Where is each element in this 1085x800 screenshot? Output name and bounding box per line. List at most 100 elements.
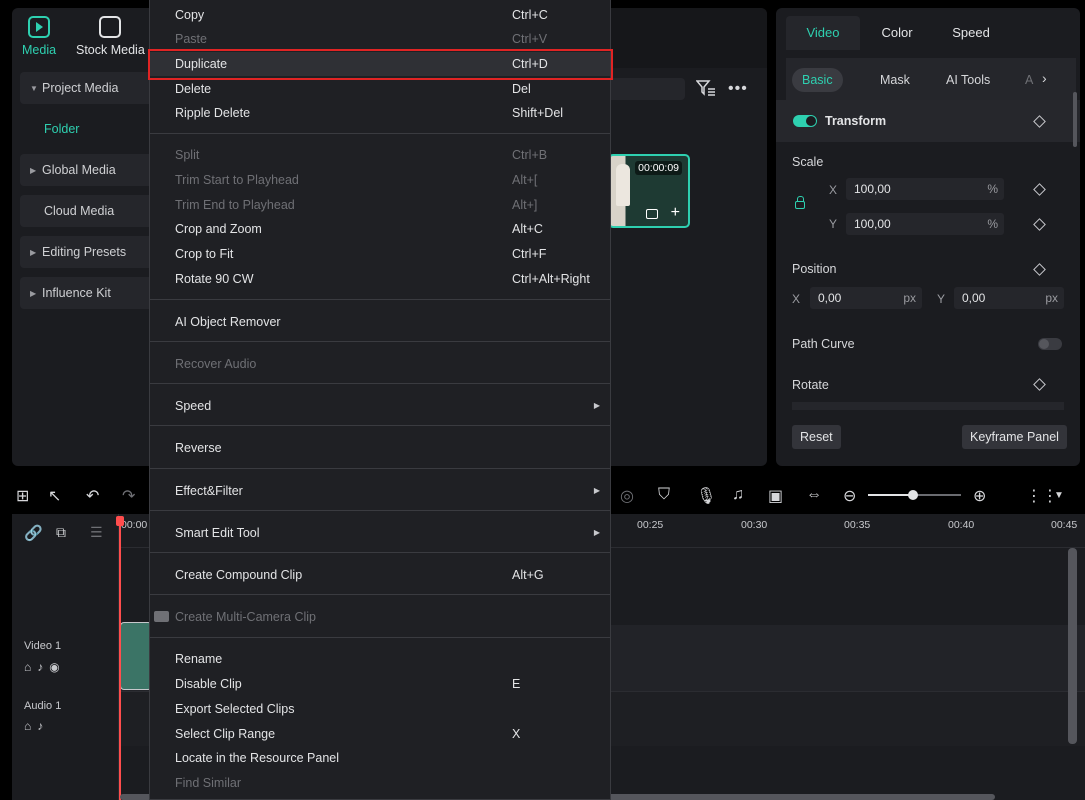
shield-icon[interactable]: ⛉ xyxy=(658,486,670,504)
sidebar-item-folder[interactable]: Folder xyxy=(20,113,160,145)
sidebar-item-label: Folder xyxy=(44,122,80,136)
add-track-icon[interactable]: ⧉ xyxy=(56,524,66,541)
menu-item-ai-object-remover[interactable]: AI Object Remover xyxy=(150,310,610,334)
menu-item-rotate-90-cw[interactable]: Rotate 90 CW Ctrl+Alt+Right xyxy=(150,267,610,291)
menu-item-label: Crop and Zoom xyxy=(175,222,262,236)
audio-track-controls[interactable]: ⌂♪ xyxy=(24,719,49,733)
auto-highlight-icon[interactable]: ◎ xyxy=(620,486,634,506)
menu-item-shortcut: Ctrl+C xyxy=(512,8,548,22)
sidebar-item-global-media[interactable]: ▶ Global Media xyxy=(20,154,160,186)
select-tool-icon[interactable]: ↖ xyxy=(48,486,61,506)
link-icon[interactable]: 🔗 xyxy=(24,524,43,542)
menu-item-effect-filter[interactable]: Effect&Filter ▶ xyxy=(150,479,610,503)
track-manager-icon[interactable]: ☰ xyxy=(90,524,103,541)
tab-video[interactable]: Video xyxy=(786,16,860,50)
menu-item-label: Select Clip Range xyxy=(175,727,276,741)
fit-timeline-icon[interactable]: ⇔ xyxy=(806,486,822,504)
camera-icon[interactable] xyxy=(646,209,658,219)
video-track-controls[interactable]: ⌂♪◉ xyxy=(24,660,66,674)
track-header-column: 🔗 ⧉ ☰ Video 1 ⌂♪◉ Audio 1 ⌂♪ xyxy=(12,514,119,800)
scale-x-input[interactable]: 100,00% xyxy=(846,178,1004,200)
sidebar-item-influence-kit[interactable]: ▶ Influence Kit xyxy=(20,277,160,309)
menu-item-select-clip-range[interactable]: Select Clip Range X xyxy=(150,722,610,746)
caret-right-icon: ▶ xyxy=(30,247,37,257)
timeline-video-clip[interactable] xyxy=(120,622,152,690)
playhead-handle[interactable] xyxy=(116,516,124,526)
menu-item-locate-in-resource-panel[interactable]: Locate in the Resource Panel xyxy=(150,746,610,770)
subtab-basic[interactable]: Basic xyxy=(792,68,843,92)
menu-item-trim-start[interactable]: Trim Start to Playhead Alt+[ xyxy=(150,168,610,192)
clip-preview-figure xyxy=(616,164,630,206)
playhead[interactable] xyxy=(119,516,121,800)
menu-item-smart-edit-tool[interactable]: Smart Edit Tool ▶ xyxy=(150,521,610,545)
menu-item-label: AI Object Remover xyxy=(175,315,281,329)
media-search-input[interactable] xyxy=(600,78,685,100)
menu-item-recover-audio[interactable]: Recover Audio xyxy=(150,352,610,376)
scale-y-input[interactable]: 100,00% xyxy=(846,213,1004,235)
media-clip-thumbnail[interactable]: 00:00:09 + xyxy=(608,154,690,228)
audio-mix-icon[interactable]: ♫ xyxy=(732,486,744,504)
rotate-slider[interactable] xyxy=(792,402,1064,410)
chevron-right-icon[interactable]: › xyxy=(1042,70,1047,86)
dropdown-arrow-icon[interactable]: ▼ xyxy=(1054,490,1064,501)
menu-item-split[interactable]: Split Ctrl+B xyxy=(150,143,610,167)
menu-item-label: Reverse xyxy=(175,441,222,455)
zoom-slider-knob[interactable] xyxy=(908,490,918,500)
microphone-icon[interactable]: 🎙 xyxy=(696,486,716,506)
menu-item-label: Rename xyxy=(175,652,223,666)
keyframe-panel-button[interactable]: Keyframe Panel xyxy=(962,425,1067,449)
timeline-vertical-scrollbar[interactable] xyxy=(1068,548,1077,744)
menu-item-shortcut: Del xyxy=(512,82,531,96)
menu-item-find-similar[interactable]: Find Similar xyxy=(150,771,610,795)
menu-item-rename[interactable]: Rename xyxy=(150,647,610,671)
menu-item-create-compound-clip[interactable]: Create Compound Clip Alt+G xyxy=(150,563,610,587)
menu-item-reverse[interactable]: Reverse xyxy=(150,436,610,460)
menu-separator xyxy=(150,637,610,638)
more-options-icon[interactable]: ••• xyxy=(728,80,748,98)
zoom-out-icon[interactable]: ⊖ xyxy=(843,486,856,506)
menu-item-paste[interactable]: Paste Ctrl+V xyxy=(150,27,610,51)
menu-item-speed[interactable]: Speed ▶ xyxy=(150,394,610,418)
caret-down-icon: ▼ xyxy=(30,83,38,93)
add-to-timeline-icon[interactable]: + xyxy=(671,204,680,222)
menu-item-create-multi-camera-clip[interactable]: Create Multi-Camera Clip xyxy=(150,605,610,629)
keyframe-diamond-icon[interactable] xyxy=(1033,114,1046,128)
sidebar-item-project-media[interactable]: ▼ Project Media xyxy=(20,72,160,104)
redo-icon[interactable]: ↷ xyxy=(122,486,135,506)
transform-section-header: Transform xyxy=(776,100,1080,142)
properties-scrollbar[interactable] xyxy=(1073,92,1077,147)
layout-grid-icon[interactable]: ⊞ xyxy=(16,486,29,506)
sidebar-item-cloud-media[interactable]: Cloud Media xyxy=(20,195,160,227)
menu-item-label: Export Selected Clips xyxy=(175,702,295,716)
sidebar-item-label: Influence Kit xyxy=(42,286,111,300)
menu-item-label: Find Similar xyxy=(175,776,241,790)
menu-item-trim-end[interactable]: Trim End to Playhead Alt+] xyxy=(150,193,610,217)
path-curve-toggle[interactable] xyxy=(1038,338,1062,350)
nav-stock-media[interactable]: Stock Media xyxy=(76,16,145,57)
menu-item-ripple-delete[interactable]: Ripple Delete Shift+Del xyxy=(150,101,610,125)
nav-media[interactable]: Media xyxy=(22,16,56,57)
tab-color[interactable]: Color xyxy=(860,16,934,50)
menu-item-crop-to-fit[interactable]: Crop to Fit Ctrl+F xyxy=(150,242,610,266)
snapshot-icon[interactable]: ▣ xyxy=(768,486,783,506)
transform-toggle[interactable] xyxy=(793,115,817,127)
menu-item-export-selected-clips[interactable]: Export Selected Clips xyxy=(150,697,610,721)
subtab-mask[interactable]: Mask xyxy=(870,68,920,92)
position-y-input[interactable]: 0,00 px xyxy=(954,287,1064,309)
zoom-in-icon[interactable]: ⊕ xyxy=(973,486,986,506)
menu-item-crop-and-zoom[interactable]: Crop and Zoom Alt+C xyxy=(150,217,610,241)
subtab-more[interactable]: A xyxy=(1015,68,1043,92)
subtab-ai-tools[interactable]: AI Tools xyxy=(936,68,1000,92)
tab-speed[interactable]: Speed xyxy=(934,16,1008,50)
menu-item-delete[interactable]: Delete Del xyxy=(150,77,610,101)
menu-item-copy[interactable]: Copy Ctrl+C xyxy=(150,3,610,27)
menu-item-disable-clip[interactable]: Disable Clip E xyxy=(150,672,610,696)
sidebar-item-editing-presets[interactable]: ▶ Editing Presets xyxy=(20,236,160,268)
lock-icon[interactable] xyxy=(795,196,805,209)
menu-separator xyxy=(150,468,610,469)
reset-button[interactable]: Reset xyxy=(792,425,841,449)
position-x-input[interactable]: 0,00 px xyxy=(810,287,922,309)
filter-icon[interactable] xyxy=(696,80,716,98)
undo-icon[interactable]: ↶ xyxy=(86,486,99,506)
ruler-tick-label: 00:25 xyxy=(637,519,664,531)
